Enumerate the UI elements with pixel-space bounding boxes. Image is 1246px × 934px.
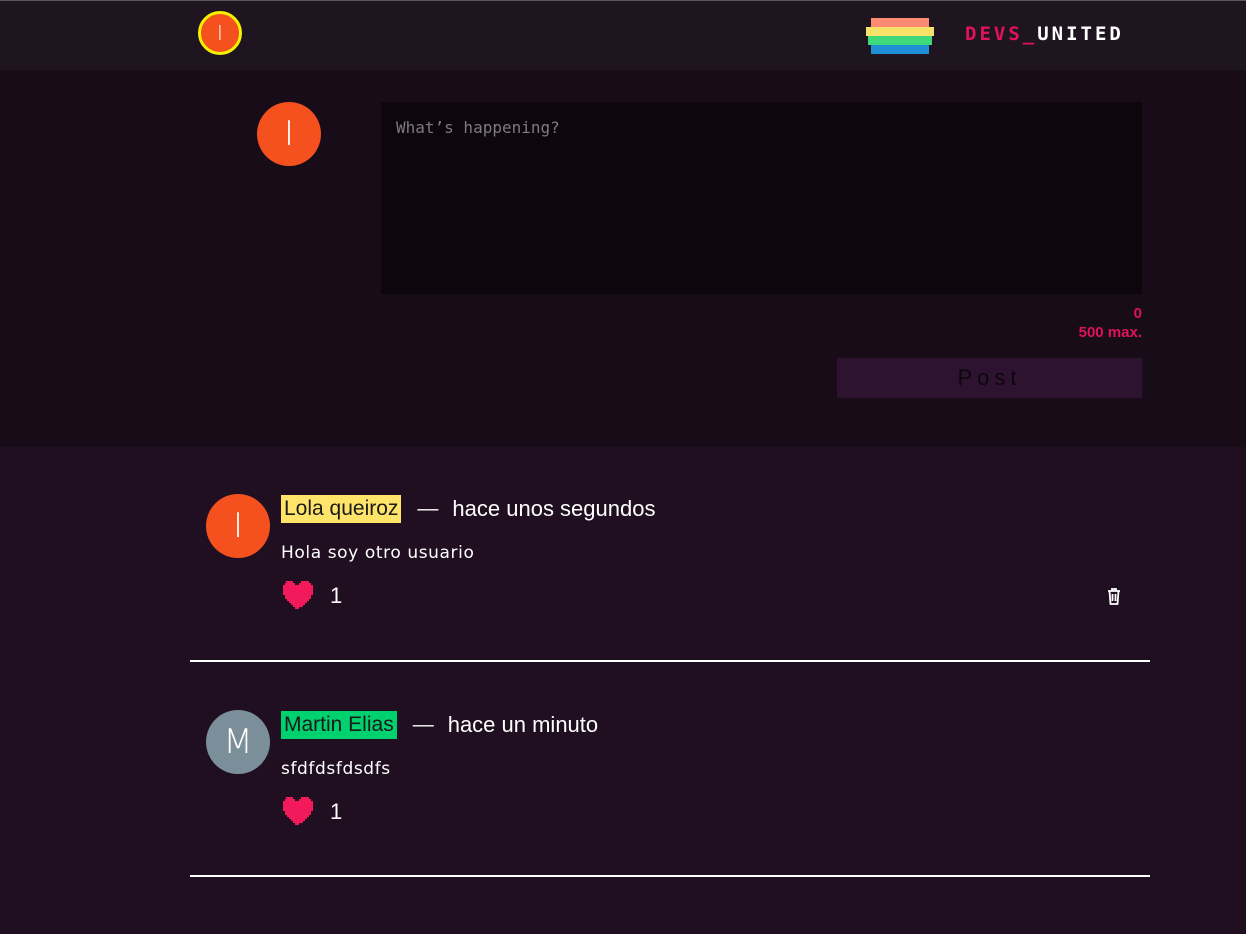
post-avatar[interactable]: I bbox=[206, 494, 270, 558]
post-header: Lola queiroz — hace unos segundos bbox=[281, 494, 655, 524]
logo-stripe bbox=[871, 45, 929, 54]
brand-wordmark: DEVS_UNITED bbox=[965, 23, 1124, 47]
post-divider bbox=[190, 875, 1150, 877]
user-avatar[interactable]: I bbox=[198, 11, 242, 55]
brand-united: UNITED bbox=[1037, 23, 1124, 45]
character-counter: 0 500 max. bbox=[1079, 304, 1142, 342]
like-control: 1 bbox=[281, 581, 342, 611]
post-timestamp: hace un minuto bbox=[447, 712, 599, 737]
trash-icon[interactable] bbox=[1104, 586, 1124, 606]
top-header: I DEVS_UNITED bbox=[0, 1, 1246, 70]
brand-devs: DEVS_ bbox=[965, 23, 1038, 45]
post-input[interactable] bbox=[381, 102, 1142, 294]
char-count: 0 bbox=[1133, 305, 1142, 322]
like-count: 1 bbox=[330, 799, 343, 824]
post-divider bbox=[190, 660, 1150, 662]
heart-icon[interactable] bbox=[281, 581, 313, 611]
logo-stripe bbox=[868, 36, 932, 45]
post-avatar[interactable]: M bbox=[206, 710, 270, 774]
heart-icon[interactable] bbox=[281, 797, 313, 827]
composer-avatar: I bbox=[257, 102, 321, 166]
post-username[interactable]: Martin Elias bbox=[281, 711, 397, 739]
separator-dash: — bbox=[417, 497, 439, 520]
post-header: Martin Elias — hace un minuto bbox=[281, 710, 598, 740]
post-composer: I 0 500 max. Post bbox=[0, 70, 1246, 447]
rainbow-logo-icon bbox=[866, 18, 936, 54]
post-card: I Lola queiroz — hace unos segundos Hola… bbox=[190, 494, 1150, 624]
post-card: M Martin Elias — hace un minuto sfdfdsfd… bbox=[190, 710, 1150, 840]
post-text: Hola soy otro usuario bbox=[281, 543, 475, 563]
post-text: sfdfdsfdsdfs bbox=[281, 759, 391, 779]
post-username[interactable]: Lola queiroz bbox=[281, 495, 402, 523]
logo-stripe bbox=[871, 18, 929, 27]
logo-stripe bbox=[866, 27, 934, 36]
post-timestamp: hace unos segundos bbox=[452, 496, 656, 521]
like-control: 1 bbox=[281, 797, 342, 827]
post-button[interactable]: Post bbox=[837, 358, 1142, 398]
char-max: 500 max. bbox=[1078, 324, 1142, 341]
separator-dash: — bbox=[412, 713, 434, 736]
like-count: 1 bbox=[330, 583, 343, 608]
